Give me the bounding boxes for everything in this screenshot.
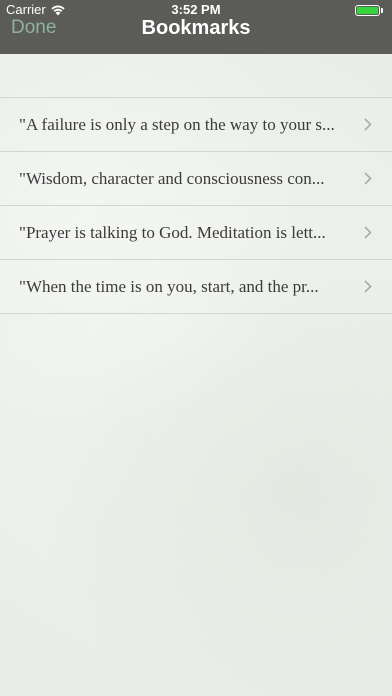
chevron-right-icon: [364, 118, 372, 131]
bookmark-text: "Prayer is talking to God. Meditation is…: [19, 223, 326, 242]
chevron-right-icon: [364, 172, 372, 185]
navigation-header: Carrier 3:52 PM Done Bookmarks: [0, 0, 392, 54]
bookmark-text: "Wisdom, character and consciousness con…: [19, 169, 325, 188]
bookmark-text: "A failure is only a step on the way to …: [19, 115, 335, 134]
chevron-right-icon: [364, 280, 372, 293]
bookmark-row[interactable]: "Wisdom, character and consciousness con…: [0, 152, 392, 206]
battery-icon: [355, 5, 384, 16]
bookmark-text: "When the time is on you, start, and the…: [19, 277, 319, 296]
bookmark-row[interactable]: "Prayer is talking to God. Meditation is…: [0, 206, 392, 260]
page-title: Bookmarks: [141, 17, 251, 39]
bookmarks-list: "A failure is only a step on the way to …: [0, 97, 392, 314]
battery-tip: [381, 8, 383, 13]
battery-fill: [357, 7, 378, 14]
status-time: 3:52 PM: [171, 2, 221, 17]
bookmark-row[interactable]: "When the time is on you, start, and the…: [0, 260, 392, 314]
chevron-right-icon: [364, 226, 372, 239]
battery-body: [355, 5, 380, 16]
bookmark-row[interactable]: "A failure is only a step on the way to …: [0, 98, 392, 152]
